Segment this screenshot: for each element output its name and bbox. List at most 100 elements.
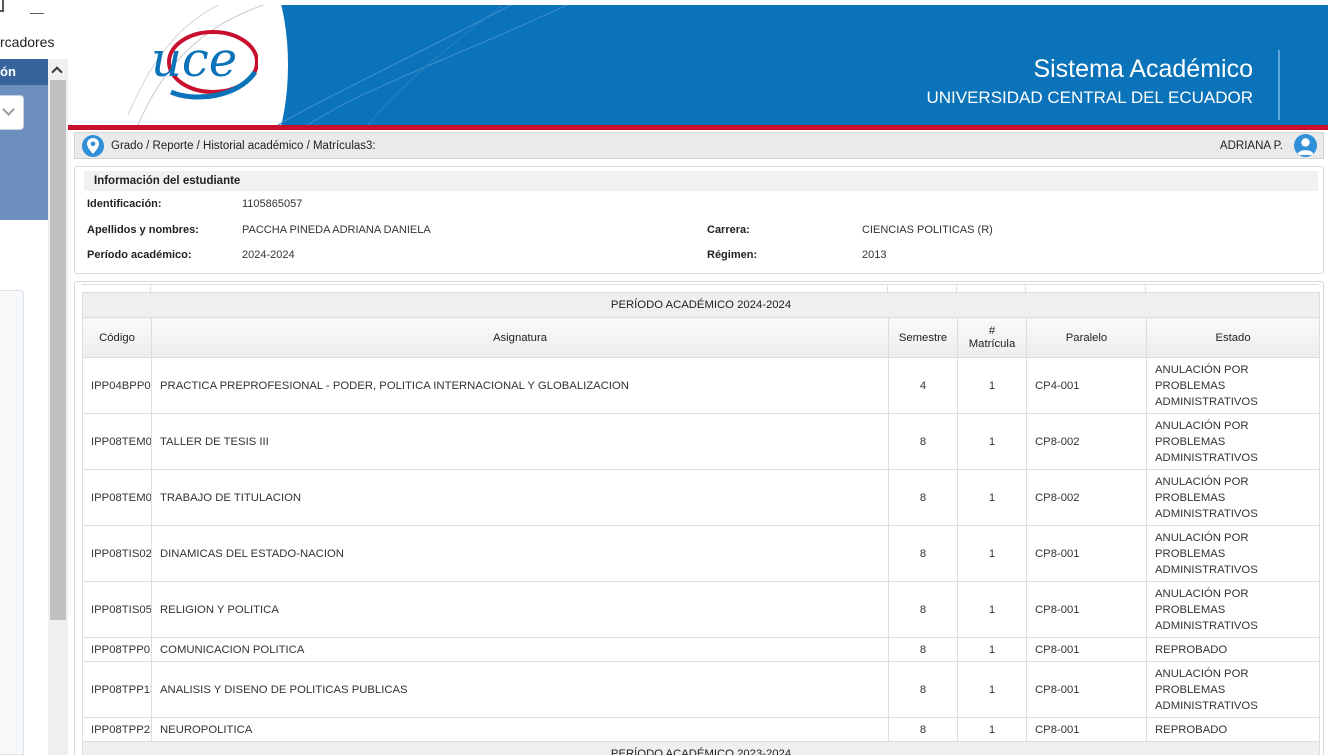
table-row[interactable]: IPP08TPP01 COMUNICACION POLITICA 8 1 CP8…: [82, 637, 1321, 662]
cell-semester: 8: [888, 413, 958, 470]
cell-parallel: CP8-001: [1026, 661, 1147, 718]
cell-enrollment: 1: [957, 637, 1027, 662]
cell-parallel: CP4-001: [1026, 357, 1147, 414]
id-value: 1105865057: [242, 198, 303, 210]
table-header-row: Código Asignatura Semestre # Matrícula P…: [82, 317, 1321, 358]
header-red-stripe: [68, 125, 1328, 130]
cell-subject: DINAMICAS DEL ESTADO-NACION: [151, 525, 889, 582]
period-label: Período académico:: [87, 249, 192, 261]
enrollment-hash: #: [988, 324, 996, 337]
cell-subject: TRABAJO DE TITULACION: [151, 469, 889, 526]
period-header-row: PERÍODO ACADÉMICO 2024-2024: [81, 292, 1321, 318]
cell-code: IPP08TPP01: [82, 637, 152, 662]
table-row[interactable]: IPP08TPP23 NEUROPOLITICA 8 1 CP8-001 REP…: [82, 717, 1321, 742]
table-row[interactable]: IPP04BPP06 PRACTICA PREPROFESIONAL - POD…: [82, 357, 1321, 414]
cell-parallel: CP8-002: [1026, 413, 1147, 470]
student-info-panel: Información del estudiante Identificació…: [74, 166, 1324, 274]
cell-enrollment: 1: [957, 717, 1027, 742]
bookmarks-label[interactable]: rcadores: [0, 34, 68, 50]
cell-semester: 8: [888, 717, 958, 742]
cell-subject: COMUNICACION POLITICA: [151, 637, 889, 662]
cell-subject: ANALISIS Y DISENO DE POLITICAS PUBLICAS: [151, 661, 889, 718]
cell-parallel: CP8-001: [1026, 637, 1147, 662]
cell-parallel: CP8-001: [1026, 525, 1147, 582]
cell-code: IPP08TEM04: [82, 413, 152, 470]
cell-code: IPP08TIS02: [82, 525, 152, 582]
period-title: PERÍODO ACADÉMICO 2024-2024: [81, 292, 1321, 318]
cell-semester: 4: [888, 357, 958, 414]
table-top-strip: [82, 284, 1319, 293]
header-banner: uce Sistema Académico UNIVERSIDAD CENTRA…: [68, 5, 1328, 130]
name-value: PACCHA PINEDA ADRIANA DANIELA: [242, 224, 431, 236]
column-header-semester[interactable]: Semestre: [888, 317, 958, 358]
cell-parallel: CP8-001: [1026, 717, 1147, 742]
cell-semester: 8: [888, 525, 958, 582]
course-table: PERÍODO ACADÉMICO 2024-2024 Código Asign…: [81, 292, 1321, 755]
table-row[interactable]: IPP08TEM06 TRABAJO DE TITULACION 8 1 CP8…: [82, 469, 1321, 526]
system-title: Sistema Académico: [1033, 55, 1253, 83]
cell-status: ANULACIÓN POR PROBLEMAS ADMINISTRATIVOS: [1145, 357, 1321, 414]
column-header-status[interactable]: Estado: [1145, 317, 1321, 358]
sidebar-select[interactable]: [0, 95, 24, 130]
cell-semester: 8: [888, 469, 958, 526]
cell-enrollment: 1: [957, 525, 1027, 582]
scroll-up-button[interactable]: [48, 59, 68, 81]
cell-subject: RELIGION Y POLITICA: [151, 581, 889, 638]
table-row[interactable]: IPP08TPP13 ANALISIS Y DISENO DE POLITICA…: [82, 661, 1321, 718]
breadcrumb-bar: Grado / Reporte / Historial académico / …: [74, 132, 1324, 159]
sidebar-panel-heading: ón: [0, 59, 48, 85]
cell-parallel: CP8-001: [1026, 581, 1147, 638]
cell-parallel: CP8-002: [1026, 469, 1147, 526]
svg-text:uce: uce: [151, 32, 237, 88]
cell-enrollment: 1: [957, 413, 1027, 470]
cell-status: REPROBADO: [1145, 637, 1321, 662]
table-row[interactable]: IPP08TIS02 DINAMICAS DEL ESTADO-NACION 8…: [82, 525, 1321, 582]
cell-enrollment: 1: [957, 661, 1027, 718]
period-value: 2024-2024: [242, 249, 295, 261]
period-header-row: PERÍODO ACADÉMICO 2023-2024: [81, 741, 1321, 755]
column-header-enrollment[interactable]: # Matrícula: [957, 317, 1027, 358]
breadcrumb[interactable]: Grado / Reporte / Historial académico / …: [111, 140, 376, 152]
column-header-parallel[interactable]: Paralelo: [1026, 317, 1147, 358]
header-divider: [1278, 50, 1280, 120]
cell-enrollment: 1: [957, 581, 1027, 638]
user-avatar-icon[interactable]: [1294, 134, 1317, 157]
student-info-title: Información del estudiante: [84, 171, 1318, 191]
user-name[interactable]: ADRIANA P.: [1220, 140, 1283, 152]
cell-status: ANULACIÓN POR PROBLEMAS ADMINISTRATIVOS: [1145, 661, 1321, 718]
chevron-down-icon: [2, 103, 15, 116]
period-title: PERÍODO ACADÉMICO 2023-2024: [81, 741, 1321, 755]
cell-semester: 8: [888, 581, 958, 638]
uce-logo: uce: [151, 30, 258, 100]
location-pin-icon: [82, 135, 104, 157]
enrollment-label: Matrícula: [968, 337, 1016, 350]
regime-value: 2013: [862, 249, 887, 261]
table-row[interactable]: IPP08TEM04 TALLER DE TESIS III 8 1 CP8-0…: [82, 413, 1321, 470]
university-name: UNIVERSIDAD CENTRAL DEL ECUADOR: [926, 88, 1253, 107]
sidebar-toolbar: —: [0, 0, 68, 24]
table-row[interactable]: IPP08TIS05 RELIGION Y POLITICA 8 1 CP8-0…: [82, 581, 1321, 638]
minimize-icon[interactable]: —: [30, 4, 44, 20]
scrollbar-thumb[interactable]: [50, 80, 66, 620]
column-header-subject[interactable]: Asignatura: [151, 317, 889, 358]
cell-status: REPROBADO: [1145, 717, 1321, 742]
cell-code: IPP08TEM06: [82, 469, 152, 526]
column-header-code[interactable]: Código: [82, 317, 152, 358]
cell-status: ANULACIÓN POR PROBLEMAS ADMINISTRATIVOS: [1145, 525, 1321, 582]
cell-status: ANULACIÓN POR PROBLEMAS ADMINISTRATIVOS: [1145, 413, 1321, 470]
cell-subject: PRACTICA PREPROFESIONAL - PODER, POLITIC…: [151, 357, 889, 414]
cell-code: IPP08TIS05: [82, 581, 152, 638]
cell-semester: 8: [888, 661, 958, 718]
course-table-panel: PERÍODO ACADÉMICO 2024-2024 Código Asign…: [74, 281, 1324, 755]
cell-semester: 8: [888, 637, 958, 662]
cell-status: ANULACIÓN POR PROBLEMAS ADMINISTRATIVOS: [1145, 581, 1321, 638]
career-label: Carrera:: [707, 224, 750, 236]
panel-icon[interactable]: [0, 0, 4, 12]
cell-subject: TALLER DE TESIS III: [151, 413, 889, 470]
cell-code: IPP04BPP06: [82, 357, 152, 414]
cell-enrollment: 1: [957, 357, 1027, 414]
cell-subject: NEUROPOLITICA: [151, 717, 889, 742]
name-label: Apellidos y nombres:: [87, 224, 199, 236]
regime-label: Régimen:: [707, 249, 758, 261]
browser-sidebar: — rcadores ón: [0, 0, 68, 755]
